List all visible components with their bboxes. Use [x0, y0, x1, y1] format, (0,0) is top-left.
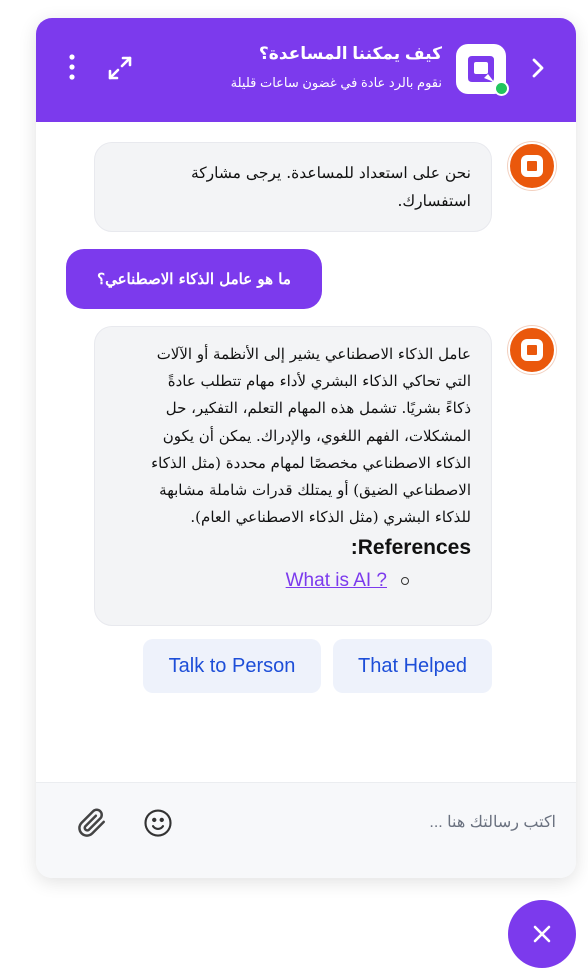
reference-item: What is AI ? [115, 567, 471, 594]
close-chat-button[interactable] [508, 900, 576, 968]
user-message: ما هو عامل الذكاء الاصطناعي؟ [66, 249, 322, 309]
paperclip-icon[interactable] [76, 807, 108, 839]
reference-link[interactable]: What is AI ? [286, 567, 387, 594]
message-line: للذكاء البشري (مثل الذكاء الاصطناعي العا… [190, 508, 471, 527]
that-helped-button[interactable]: That Helped [333, 639, 492, 693]
message-list[interactable]: نحن على استعداد للمساعدة. يرجى مشاركة اس… [36, 122, 576, 782]
message-line: المشكلات، الفهم اللغوي، والإدراك. يمكن أ… [162, 426, 471, 445]
chat-header: كيف يمكننا المساعدة؟ نقوم بالرد عادة في … [36, 18, 576, 122]
talk-to-person-button[interactable]: Talk to Person [143, 639, 321, 693]
bot-avatar [508, 142, 556, 190]
close-icon [533, 925, 551, 943]
message-line: الذكاء الاصطناعي مخصصًا لمهام محددة (مثل… [151, 453, 471, 472]
expand-icon[interactable] [104, 52, 136, 84]
bullet-icon [401, 577, 409, 586]
chat-subtitle: نقوم بالرد عادة في غضون ساعات قليلة [230, 75, 442, 90]
bot-message: نحن على استعداد للمساعدة. يرجى مشاركة اس… [94, 142, 492, 232]
message-composer [36, 782, 576, 878]
chat-widget: كيف يمكننا المساعدة؟ نقوم بالرد عادة في … [36, 18, 576, 878]
message-line: عامل الذكاء الاصطناعي يشير إلى الأنظمة أ… [156, 345, 471, 363]
references-title: References: [350, 536, 471, 560]
bot-avatar [508, 326, 556, 374]
message-line: استفسارك. [397, 192, 471, 210]
message-line: التي تحاكي الذكاء البشري لأداء مهام تتطل… [167, 372, 471, 391]
more-vertical-icon[interactable] [60, 52, 84, 82]
message-line: الاصطناعي الضيق) أو يمتلك قدرات شاملة مش… [159, 481, 471, 500]
message-line: نحن على استعداد للمساعدة. يرجى مشاركة [190, 164, 471, 182]
smiley-icon[interactable] [142, 807, 174, 839]
bot-message: عامل الذكاء الاصطناعي يشير إلى الأنظمة أ… [94, 326, 492, 626]
message-input[interactable] [206, 805, 556, 841]
chevron-right-icon[interactable] [524, 54, 552, 82]
message-line: ذكاءً بشريًا. تشمل هذه المهام التعلم، ال… [165, 399, 471, 418]
online-status-dot [494, 81, 509, 96]
chat-title: كيف يمكننا المساعدة؟ [258, 44, 442, 63]
